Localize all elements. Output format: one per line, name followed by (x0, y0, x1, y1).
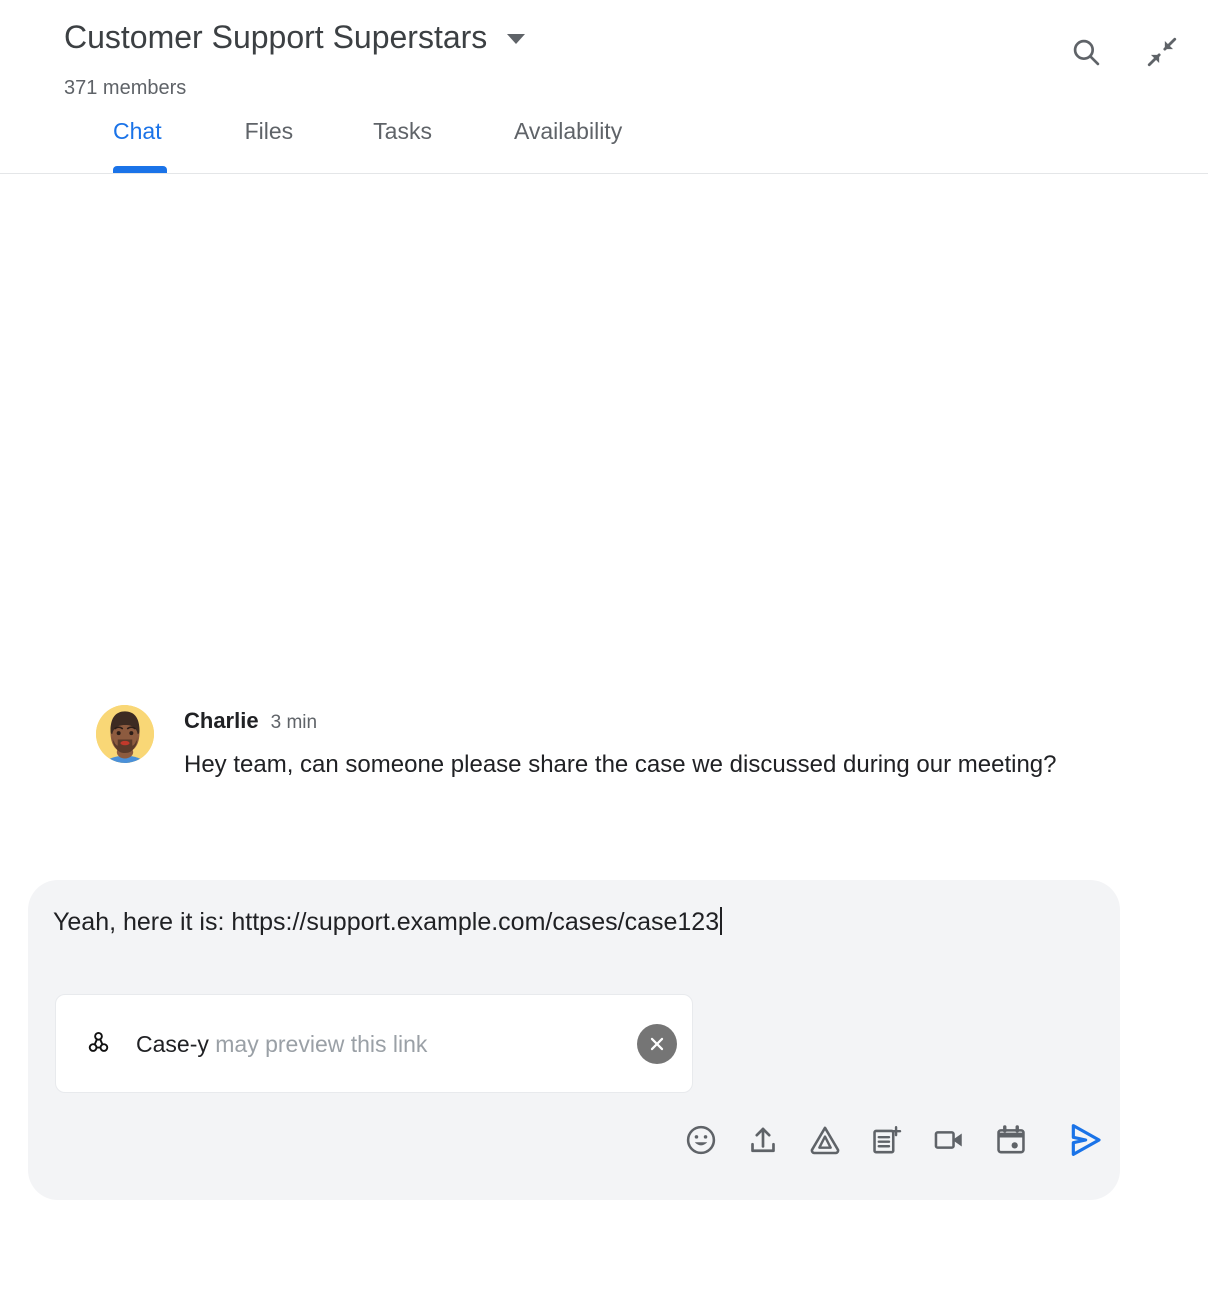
emoji-button[interactable] (670, 1109, 732, 1171)
new-document-button[interactable] (856, 1109, 918, 1171)
tab-chat[interactable]: Chat (113, 116, 162, 146)
search-icon (1073, 39, 1100, 66)
video-meeting-button[interactable] (918, 1109, 980, 1171)
emoji-icon (686, 1125, 716, 1155)
compose-input-row[interactable]: Yeah, here it is: https://support.exampl… (53, 904, 723, 940)
link-preview-label: Case-y may preview this link (136, 1029, 427, 1059)
tab-files[interactable]: Files (245, 116, 294, 146)
send-icon (1071, 1124, 1101, 1156)
send-button[interactable] (1050, 1109, 1120, 1171)
drive-button[interactable] (794, 1109, 856, 1171)
compose-input-value: Yeah, here it is: https://support.exampl… (53, 908, 720, 936)
message-author: Charlie (184, 708, 259, 733)
upload-button[interactable] (732, 1109, 794, 1171)
tab-tasks-wrap: Tasks (373, 116, 432, 146)
header-actions (1066, 32, 1182, 72)
collapse-icon (1147, 37, 1177, 67)
tab-availability[interactable]: Availability (514, 116, 622, 146)
compose-box[interactable]: Yeah, here it is: https://support.exampl… (28, 880, 1120, 1200)
link-preview-chip[interactable]: Case-y may preview this link (55, 994, 693, 1093)
bearded-person-avatar-icon (96, 705, 154, 763)
message-header: Charlie 3 min (184, 707, 1057, 735)
message-body: Charlie 3 min Hey team, can someone plea… (184, 705, 1057, 785)
message-item: Charlie 3 min Hey team, can someone plea… (96, 705, 1057, 785)
tab-availability-wrap: Availability (514, 116, 622, 146)
calendar-icon (997, 1125, 1025, 1154)
upload-icon (751, 1127, 775, 1153)
collapse-button[interactable] (1142, 32, 1182, 72)
room-title-row[interactable]: Customer Support Superstars (64, 16, 526, 58)
drive-icon (810, 1126, 840, 1155)
text-cursor (720, 907, 723, 935)
message-timestamp: 3 min (270, 712, 318, 733)
member-count: 371 members (64, 77, 187, 99)
new-document-icon (873, 1126, 902, 1154)
tab-active-underline (113, 166, 167, 173)
tab-tasks[interactable]: Tasks (373, 116, 432, 146)
page-title: Customer Support Superstars (64, 19, 488, 55)
message-list: Charlie 3 min Hey team, can someone plea… (0, 175, 1208, 865)
calendar-button[interactable] (980, 1109, 1042, 1171)
search-button[interactable] (1066, 32, 1106, 72)
avatar[interactable] (96, 705, 154, 763)
tab-chat-wrap: Chat (113, 116, 167, 173)
link-preview-suffix: may preview this link (208, 1030, 428, 1057)
dismiss-preview-button[interactable] (637, 1023, 677, 1064)
close-icon (650, 1037, 664, 1050)
link-preview-app-name: Case-y (136, 1030, 209, 1057)
chat-header: Customer Support Superstars 371 members (0, 0, 1208, 174)
video-camera-icon (934, 1131, 962, 1149)
message-text: Hey team, can someone please share the c… (184, 751, 1057, 778)
tab-bar: Chat Files Tasks Availability (0, 116, 622, 174)
webhook-icon (84, 1030, 112, 1058)
compose-toolbar (28, 1108, 1120, 1172)
tab-files-wrap: Files (245, 116, 294, 146)
chevron-down-icon[interactable] (507, 34, 526, 44)
